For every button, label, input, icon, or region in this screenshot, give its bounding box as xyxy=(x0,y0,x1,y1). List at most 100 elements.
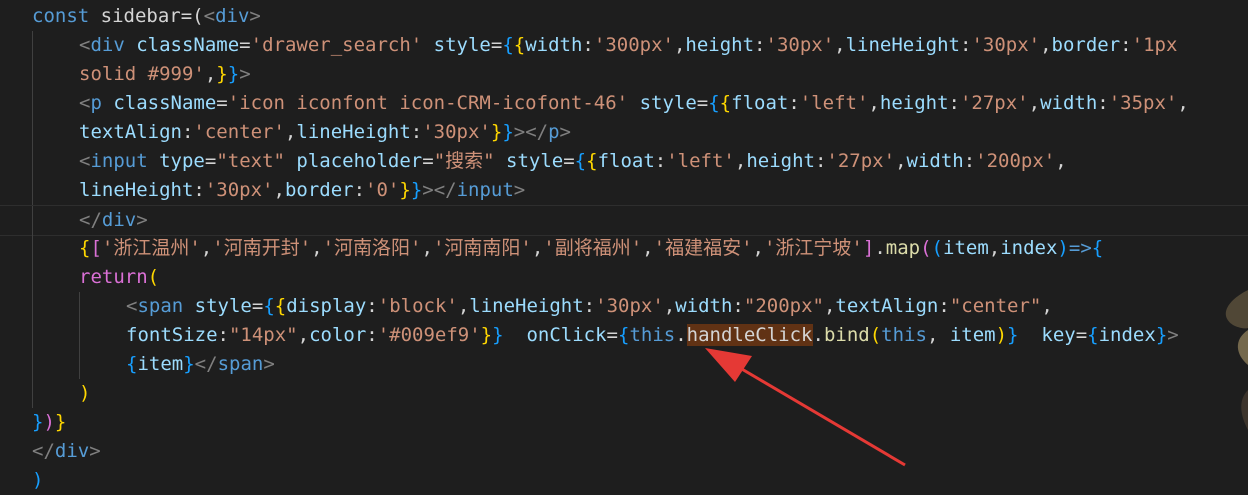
code-token: '浙江宁坡' xyxy=(763,237,863,259)
code-line[interactable]: </div> xyxy=(0,437,1248,466)
code-token: </ xyxy=(32,440,55,462)
code-line[interactable]: solid #999',}}> xyxy=(0,60,1248,89)
code-line[interactable]: {item}</span> xyxy=(0,350,1248,379)
code-token: } xyxy=(490,121,503,143)
code-token: : xyxy=(366,324,378,346)
code-token: = xyxy=(204,150,217,172)
code-text: <p className='icon iconfont icon-CRM-ico… xyxy=(79,89,1189,118)
code-token: height xyxy=(879,92,949,114)
code-token: , xyxy=(1041,295,1053,317)
code-token: , xyxy=(926,324,950,346)
code-token: , xyxy=(642,237,654,259)
code-line[interactable]: const sidebar=(<div> xyxy=(0,2,1248,31)
code-token: '1px xyxy=(1131,34,1178,56)
code-token: p xyxy=(90,92,114,114)
code-token: : xyxy=(582,34,594,56)
code-token: =( xyxy=(180,5,204,27)
code-text: <span style={{display:'block',lineHeight… xyxy=(126,292,1053,321)
code-token: item xyxy=(137,353,184,375)
code-token: , xyxy=(1028,92,1041,114)
code-token: , xyxy=(1055,150,1067,172)
code-token: ( xyxy=(869,324,882,346)
code-token: { xyxy=(126,353,138,375)
code-line[interactable]: ) xyxy=(0,379,1248,408)
code-line[interactable]: <input type="text" placeholder="搜索" styl… xyxy=(0,147,1248,176)
code-token: color xyxy=(309,324,367,346)
code-token: '福建福安' xyxy=(653,237,753,259)
code-token: } xyxy=(410,179,423,201)
code-line[interactable]: lineHeight:'30px',border:'0'}}></input> xyxy=(0,176,1248,205)
code-token: : xyxy=(963,150,976,172)
code-token: width xyxy=(675,295,733,317)
code-token: '300px' xyxy=(593,34,674,56)
search-match-highlight: handleClick xyxy=(686,324,813,346)
code-token: bind xyxy=(823,324,870,346)
code-token: { xyxy=(79,237,91,259)
indent-guide xyxy=(32,176,33,205)
code-line[interactable]: {['浙江温州','河南开封','河南洛阳','河南南阳','副将福州','福建… xyxy=(0,234,1248,263)
code-text: ) xyxy=(32,466,43,495)
code-token: : xyxy=(654,150,667,172)
code-token: , xyxy=(752,237,764,259)
code-token: '0' xyxy=(365,179,400,201)
code-line[interactable]: return( xyxy=(0,263,1248,292)
code-token: < xyxy=(203,5,216,27)
code-token: '27px' xyxy=(826,150,896,172)
code-line[interactable]: </div> xyxy=(0,205,1248,236)
code-token: div xyxy=(215,5,250,27)
code-token: this xyxy=(629,324,676,346)
code-token: "center" xyxy=(949,295,1042,317)
indent-guide xyxy=(79,350,80,379)
code-token: float xyxy=(731,92,789,114)
code-token: } xyxy=(183,353,195,375)
code-token: span xyxy=(217,353,264,375)
code-token: : xyxy=(948,92,960,114)
code-token: height xyxy=(746,150,815,172)
code-token: > xyxy=(249,5,261,27)
code-token: '#009ef9' xyxy=(377,324,481,346)
code-line[interactable]: <p className='icon iconfont icon-CRM-ico… xyxy=(0,89,1248,118)
code-token: '河南南阳' xyxy=(432,237,532,259)
code-token: : xyxy=(732,295,744,317)
code-token: onClick xyxy=(503,324,607,346)
code-token: key xyxy=(1018,324,1076,346)
code-token: , xyxy=(204,63,217,85)
code-token: ) xyxy=(995,324,1008,346)
code-token: solid #999' xyxy=(79,63,205,85)
code-token: { xyxy=(502,34,514,56)
code-line[interactable]: })} xyxy=(0,408,1248,437)
code-token: lineHeight xyxy=(296,121,411,143)
code-editor[interactable]: const sidebar=(<div> <div className='draw… xyxy=(0,0,1248,493)
indent-guide xyxy=(79,292,80,321)
code-token: => xyxy=(1068,237,1092,259)
code-token: input xyxy=(90,150,160,172)
code-line[interactable]: <span style={{display:'block',lineHeight… xyxy=(0,292,1248,321)
code-token: item xyxy=(949,324,996,346)
code-line[interactable]: textAlign:'center',lineHeight:'30px'}}><… xyxy=(0,118,1248,147)
code-token: '30px' xyxy=(765,34,835,56)
code-line[interactable]: fontSize:"14px",color:'#009ef9'}} onClic… xyxy=(0,321,1248,350)
indent-guide xyxy=(32,206,33,235)
code-token: '河南开封' xyxy=(212,237,312,259)
code-token: = xyxy=(1075,324,1088,346)
code-token: { xyxy=(586,150,598,172)
code-line[interactable]: <div className='drawer_search' style={{w… xyxy=(0,31,1248,60)
code-token: } xyxy=(1155,324,1168,346)
code-token: , xyxy=(284,121,297,143)
code-token: '30px' xyxy=(595,295,664,317)
indent-guide xyxy=(32,60,33,89)
code-token: : xyxy=(959,34,972,56)
code-line[interactable]: ) xyxy=(0,466,1248,495)
code-token: '200px' xyxy=(975,150,1056,172)
code-token: { xyxy=(513,34,526,56)
code-token: : xyxy=(1097,92,1109,114)
code-token: '河南洛阳' xyxy=(322,237,422,259)
code-token: { xyxy=(1087,324,1099,346)
code-token: { xyxy=(1091,237,1104,259)
code-token: > xyxy=(559,121,571,143)
code-token: </ xyxy=(79,209,102,231)
code-text: const sidebar=(<div> xyxy=(32,2,261,31)
code-token: > xyxy=(263,353,275,375)
code-token: ( xyxy=(920,237,932,259)
code-token: < xyxy=(79,34,91,56)
